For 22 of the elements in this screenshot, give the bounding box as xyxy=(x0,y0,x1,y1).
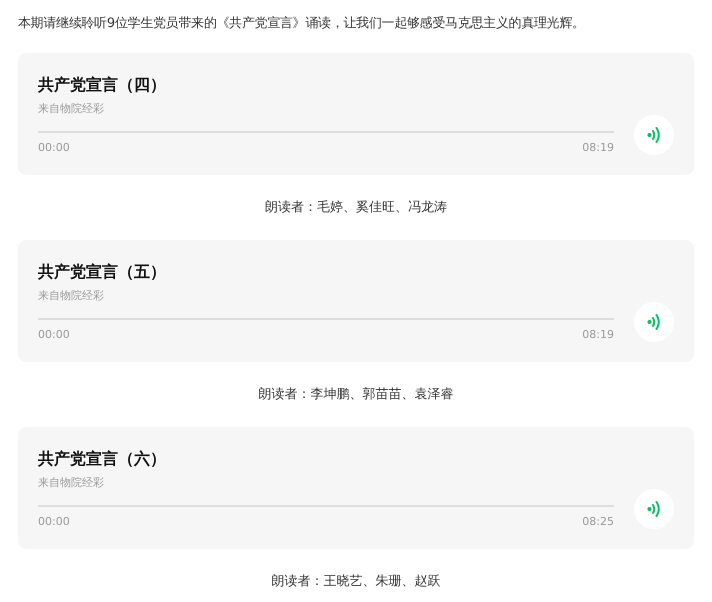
track-source: 来自物院经彩 xyxy=(38,101,105,117)
track-title: 共产党宣言（五） xyxy=(38,261,167,283)
readers-text: 朗读者：李坤鹏、郭苗苗、袁泽睿 xyxy=(258,386,454,404)
play-button[interactable] xyxy=(634,302,674,342)
current-time: 00:00 xyxy=(38,327,70,343)
track-source: 来自物院经彩 xyxy=(38,288,105,304)
duration: 08:25 xyxy=(582,514,614,530)
track-title: 共产党宣言（四） xyxy=(38,74,167,96)
sound-wave-icon xyxy=(647,500,661,518)
intro-text: 本期请继续聆听9位学生党员带来的《共产党宣言》诵读，让我们一起够感受马克思主义的真理光辉。 xyxy=(18,15,586,33)
play-button[interactable] xyxy=(634,489,674,529)
readers-text: 朗读者：毛婷、奚佳旺、冯龙涛 xyxy=(264,199,448,217)
sound-wave-icon xyxy=(647,313,661,331)
readers-text: 朗读者：王晓艺、朱珊、赵跃 xyxy=(270,573,442,591)
current-time: 00:00 xyxy=(38,140,70,156)
sound-wave-icon xyxy=(647,126,661,144)
duration: 08:19 xyxy=(582,327,614,343)
track-title: 共产党宣言（六） xyxy=(38,448,167,470)
play-button[interactable] xyxy=(634,115,674,155)
duration: 08:19 xyxy=(582,140,614,156)
track-source: 来自物院经彩 xyxy=(38,475,105,491)
current-time: 00:00 xyxy=(38,514,70,530)
